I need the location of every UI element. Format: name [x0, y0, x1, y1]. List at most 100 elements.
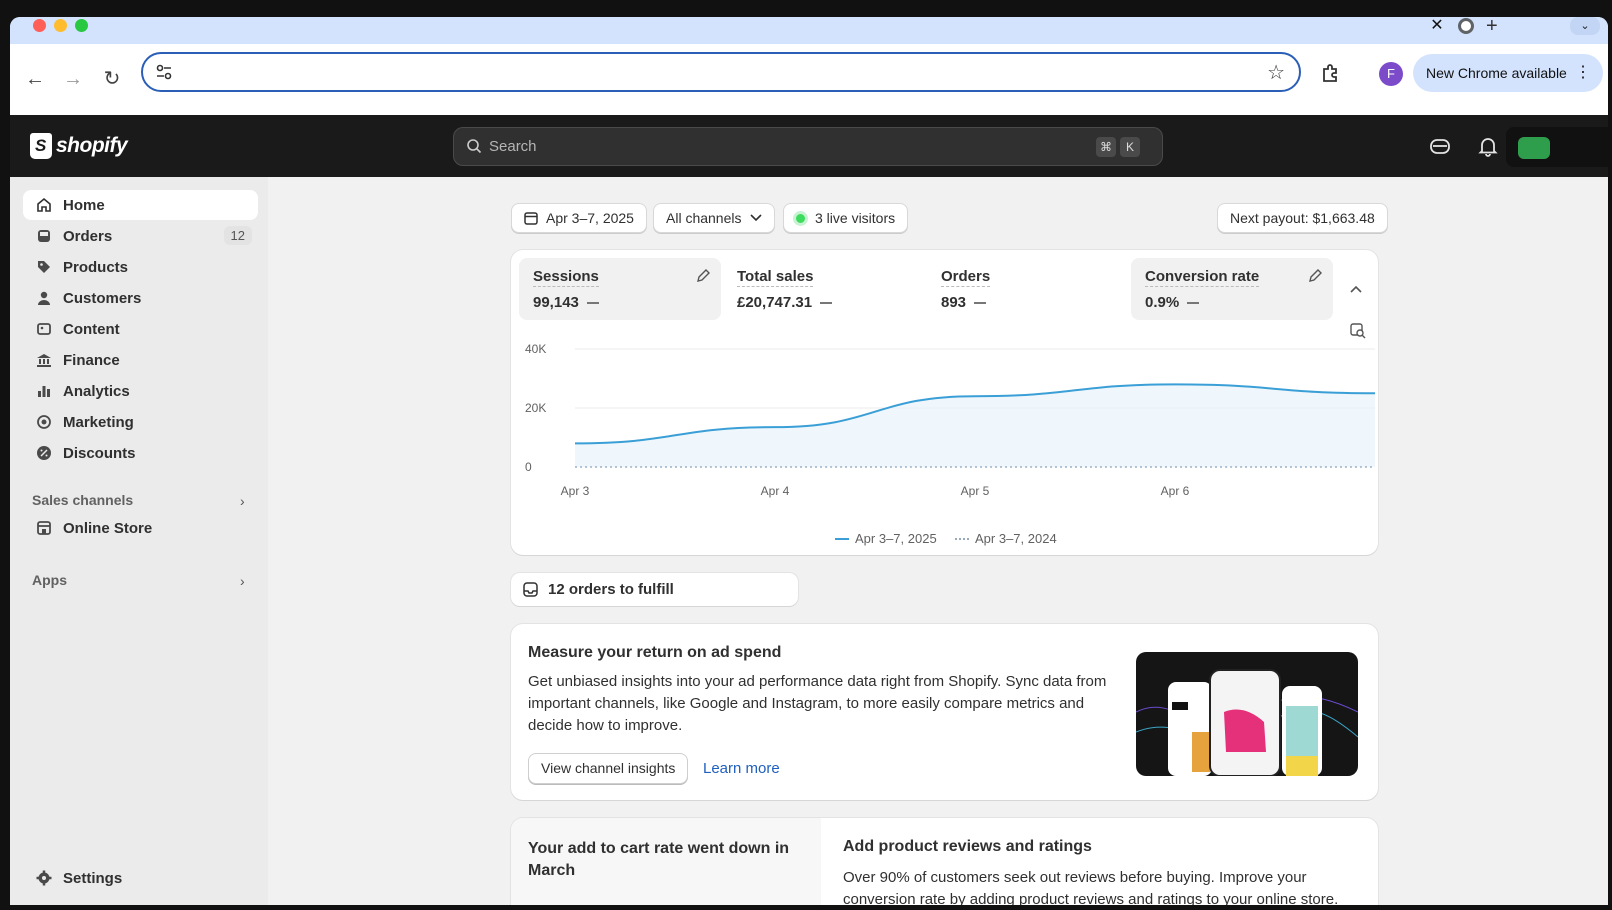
legend-current[interactable]: Apr 3–7, 2025 — [835, 531, 937, 546]
new-tab-button[interactable]: + — [1486, 17, 1498, 38]
sidebar-item-home[interactable]: Home — [23, 190, 258, 220]
date-range-label: Apr 3–7, 2025 — [546, 210, 634, 226]
sidebar-item-label: Orders — [63, 227, 113, 245]
chevron-up-icon[interactable] — [1349, 284, 1363, 294]
live-visitors-label: 3 live visitors — [815, 210, 896, 226]
sidebar-item-label: Home — [63, 196, 105, 214]
metric-value: 99,143 — [533, 294, 599, 311]
search-icon — [467, 139, 482, 154]
inbox-icon — [35, 227, 53, 245]
sidebar-item-label: Discounts — [63, 444, 136, 462]
reviews-body: Over 90% of customers seek out reviews b… — [843, 869, 1339, 905]
x-tick-label: Apr 4 — [761, 484, 790, 498]
reload-icon[interactable]: ↻ — [100, 67, 124, 91]
legend-swatch-solid — [835, 537, 849, 540]
x-tick-label: Apr 6 — [1161, 484, 1190, 498]
sidekick-icon[interactable] — [1429, 135, 1451, 157]
bookmark-star-icon[interactable]: ☆ — [1267, 60, 1285, 85]
sidebar-item-finance[interactable]: Finance — [23, 345, 258, 375]
sessions-line-chart[interactable]: 0 20K 40K Apr 3 Apr 4 Apr 5 Apr 6 — [511, 335, 1378, 505]
close-window-button[interactable] — [33, 19, 46, 32]
apps-heading[interactable]: Apps — [32, 572, 67, 588]
cart-rate-title: Your add to cart rate went down in March — [528, 840, 790, 879]
promo-phones-illustration — [1136, 652, 1358, 776]
pencil-icon[interactable] — [695, 268, 711, 284]
view-channel-insights-button[interactable]: View channel insights — [528, 753, 689, 784]
chrome-tab-favicon-icon[interactable] — [1458, 18, 1474, 34]
metric-conversion-rate[interactable]: Conversion rate 0.9% — [1131, 258, 1333, 320]
metric-label: Total sales — [737, 268, 814, 287]
sidebar-item-label: Online Store — [63, 519, 153, 537]
channels-dropdown[interactable]: All channels — [653, 203, 775, 233]
forward-arrow-icon[interactable]: → — [61, 67, 85, 91]
next-payout-button[interactable]: Next payout: $1,663.48 — [1217, 203, 1388, 233]
store-switcher[interactable] — [1506, 127, 1608, 167]
chevron-right-icon[interactable]: › — [240, 493, 245, 509]
more-vert-icon[interactable]: ⋮ — [1575, 54, 1591, 92]
search-bar[interactable]: Search ⌘ K — [453, 127, 1163, 166]
learn-more-link[interactable]: Learn more — [703, 760, 780, 777]
ad-spend-title: Measure your return on ad spend — [528, 644, 782, 661]
address-bar[interactable]: ☆ — [141, 52, 1301, 92]
new-chrome-available-button[interactable]: New Chrome available ⋮ — [1413, 54, 1603, 92]
notifications-bell-icon[interactable] — [1477, 135, 1499, 157]
site-settings-icon[interactable] — [155, 63, 173, 81]
orders-to-fulfill-label: 12 orders to fulfill — [548, 581, 674, 598]
metric-label: Sessions — [533, 268, 599, 287]
sidebar-item-marketing[interactable]: Marketing — [23, 407, 258, 437]
live-visitors-button[interactable]: 3 live visitors — [783, 203, 909, 233]
sidebar-item-analytics[interactable]: Analytics — [23, 376, 258, 406]
orders-to-fulfill-button[interactable]: 12 orders to fulfill — [511, 573, 798, 606]
analytics-card: Sessions 99,143 Total sales £20,747.31 O… — [511, 250, 1378, 555]
shopify-logo[interactable]: shopify — [30, 131, 128, 161]
shopify-logo-text: shopify — [56, 134, 128, 157]
sidebar-item-customers[interactable]: Customers — [23, 283, 258, 313]
minimize-window-button[interactable] — [54, 19, 67, 32]
sidebar-item-label: Settings — [63, 869, 123, 887]
legend-previous[interactable]: Apr 3–7, 2024 — [955, 531, 1057, 546]
chevron-down-icon — [749, 214, 762, 222]
metric-label: Orders — [941, 268, 991, 287]
sidebar-item-settings[interactable]: Settings — [23, 863, 258, 893]
metric-orders[interactable]: Orders 893 — [927, 258, 1129, 320]
metric-label: Conversion rate — [1145, 268, 1260, 287]
pencil-icon[interactable] — [1307, 268, 1323, 284]
sidebar-item-orders[interactable]: Orders 12 — [23, 221, 258, 251]
metric-value: 0.9% — [1145, 294, 1200, 311]
metric-sessions[interactable]: Sessions 99,143 — [519, 258, 721, 320]
main-content: Apr 3–7, 2025 All channels 3 live visito… — [268, 177, 1608, 905]
extensions-puzzle-icon[interactable] — [1320, 62, 1342, 84]
y-tick-label: 40K — [525, 342, 546, 356]
sidebar-item-discounts[interactable]: Discounts — [23, 438, 258, 468]
browser-window: ✕ + ⌄ ← → ↻ ☆ F New Chrome available ⋮ S… — [10, 17, 1608, 905]
tab-close-icon[interactable]: ✕ — [1428, 17, 1446, 35]
target-icon — [35, 413, 53, 431]
sidebar-item-products[interactable]: Products — [23, 252, 258, 282]
profile-avatar[interactable]: F — [1379, 62, 1403, 86]
tag-icon — [35, 258, 53, 276]
cart-rate-panel[interactable]: Your add to cart rate went down in March — [511, 818, 821, 905]
insights-card: Your add to cart rate went down in March… — [511, 818, 1378, 905]
sidebar-item-label: Finance — [63, 351, 120, 369]
tab-search-button[interactable]: ⌄ — [1570, 17, 1600, 35]
legend-label: Apr 3–7, 2025 — [855, 531, 937, 546]
sidebar-item-content[interactable]: Content — [23, 314, 258, 344]
store-icon — [35, 519, 53, 537]
y-tick-label: 0 — [525, 460, 532, 474]
next-payout-label: Next payout: $1,663.48 — [1230, 210, 1375, 226]
sidebar-item-online-store[interactable]: Online Store — [23, 513, 258, 543]
zoom-window-button[interactable] — [75, 19, 88, 32]
sidebar-item-label: Products — [63, 258, 129, 276]
tab-strip: ✕ + ⌄ — [10, 17, 1608, 44]
metric-total-sales[interactable]: Total sales £20,747.31 — [723, 258, 925, 320]
reviews-title: Add product reviews and ratings — [843, 838, 1092, 855]
chevron-right-icon[interactable]: › — [240, 573, 245, 589]
metric-value: 893 — [941, 294, 987, 311]
sidebar-item-label: Customers — [63, 289, 142, 307]
sales-channels-heading[interactable]: Sales channels — [32, 492, 133, 508]
shortcut-cmd-key: ⌘ — [1096, 137, 1116, 157]
back-arrow-icon[interactable]: ← — [23, 67, 47, 91]
search-placeholder: Search — [489, 138, 537, 155]
x-tick-label: Apr 5 — [961, 484, 990, 498]
date-range-picker[interactable]: Apr 3–7, 2025 — [511, 203, 647, 233]
